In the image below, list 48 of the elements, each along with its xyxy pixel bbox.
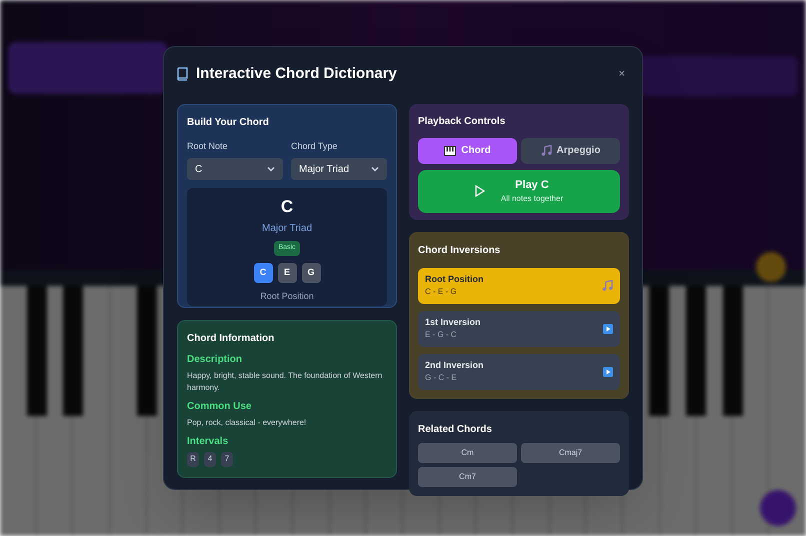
piano-icon	[444, 146, 456, 156]
position-label: Root Position	[260, 290, 314, 302]
chevron-down-icon	[267, 166, 275, 172]
play-square-icon	[603, 366, 613, 376]
inversion-item[interactable]: 1st Inversion E - G - C	[418, 310, 620, 346]
note-key: E	[278, 262, 296, 282]
note-key: G	[302, 262, 320, 282]
related-chord-button[interactable]: Cm	[418, 442, 517, 462]
inversion-name: 2nd Inversion	[425, 358, 484, 372]
inversion-notes: E - G - C	[425, 329, 458, 342]
panel-title: Build Your Chord	[187, 116, 270, 130]
field-label: Root Note	[187, 140, 229, 152]
chord-name: Major Triad	[262, 222, 312, 236]
related-chord-button[interactable]: Cmaj7	[521, 442, 620, 462]
chord-symbol: C	[280, 198, 294, 215]
inversion-name: Root Position	[425, 272, 484, 286]
panel-title: Chord Inversions	[418, 244, 502, 258]
inversion-name: 1st Inversion	[425, 316, 481, 329]
dialog-title: Interactive Chord Dictionary	[196, 64, 397, 84]
panel-title: Related Chords	[418, 422, 493, 436]
section-heading: Description	[187, 352, 244, 366]
section-heading: Common Use	[187, 400, 252, 414]
interval-tag: R	[187, 452, 199, 466]
play-icon	[474, 185, 485, 197]
inversion-notes: G - C - E	[425, 372, 458, 384]
play-square-icon	[603, 324, 613, 334]
mode-tab[interactable]: Arpeggio	[521, 138, 620, 164]
close-button[interactable]: ×	[618, 66, 625, 82]
mode-tab[interactable]: Chord	[418, 138, 517, 164]
inversion-item[interactable]: 2nd Inversion G - C - E	[418, 354, 620, 390]
chevron-down-icon	[371, 166, 379, 172]
dropdown-field[interactable]: Major Triad	[291, 158, 387, 180]
inversion-notes: C - E - G	[425, 286, 458, 298]
note-key: C	[254, 262, 272, 282]
inversion-item[interactable]: Root Position C - E - G	[418, 268, 620, 304]
interval-tag: 7	[221, 452, 233, 466]
interval-tag: 4	[204, 452, 216, 466]
field-label: Chord Type	[291, 140, 338, 153]
panel-title: Chord Information	[187, 332, 276, 346]
section-text: Pop, rock, classical - everywhere!	[187, 416, 308, 428]
music-note-icon	[540, 145, 552, 156]
book-icon	[177, 67, 188, 82]
section-heading: Intervals	[187, 434, 230, 448]
panel-title: Playback Controls	[418, 114, 506, 128]
related-chord-button[interactable]: Cm7	[418, 466, 517, 486]
dropdown-field[interactable]: C	[187, 158, 283, 180]
section-text: Happy, bright, stable sound. The foundation of Western harmony.	[187, 370, 384, 394]
music-note-icon	[602, 280, 613, 291]
